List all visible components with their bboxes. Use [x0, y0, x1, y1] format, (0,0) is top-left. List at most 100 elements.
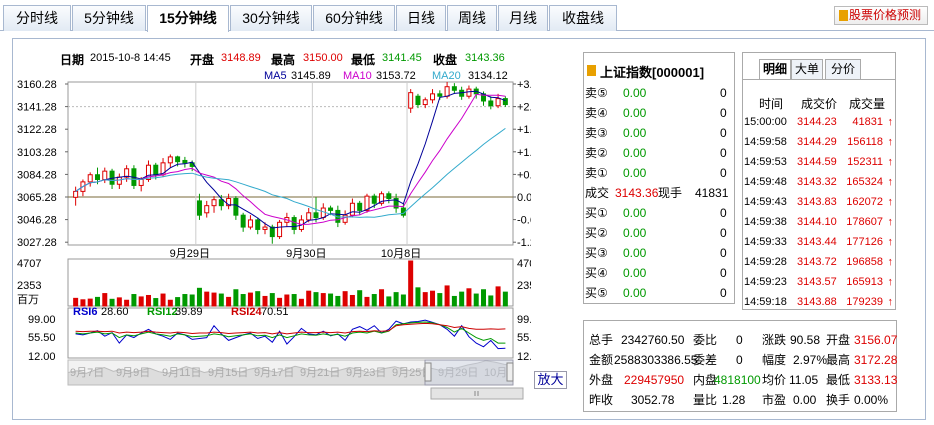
trade-price: 3143.57 [797, 276, 837, 288]
trade-volume: 179239 [846, 296, 883, 308]
trade-row: 14:59:38 3144.10 178607 ↑ [743, 213, 895, 232]
trade-volume: 165324 [846, 176, 883, 188]
volume-bar [255, 291, 261, 307]
candlestick-chart[interactable]: 3160.28 3141.28 3122.28 3103.28 3084.28 3065.… [13, 40, 531, 414]
pct-tick: +2.48% [517, 102, 531, 114]
candle-body [167, 156, 173, 164]
order-price: 0.00 [623, 166, 647, 180]
stat-value: 2588303386.55 [614, 353, 698, 367]
volume-bar [204, 291, 210, 307]
pct-tick: +3.10% [517, 79, 531, 91]
stat-value: 3156.07 [854, 333, 898, 347]
candle-body [342, 214, 348, 223]
volume-bar [211, 292, 217, 307]
volume-bar [102, 293, 108, 307]
volume-bar [189, 294, 195, 307]
stat-label: 幅度 [762, 353, 787, 367]
detail-header-price: 成交价 [801, 97, 838, 111]
candle-body [116, 176, 122, 185]
order-volume: 0 [720, 126, 727, 140]
trade-price: 3144.29 [797, 136, 837, 148]
candle-body [240, 214, 246, 228]
stat-value: 2.97% [793, 353, 828, 367]
navigator-date: 9月15日 [208, 367, 248, 379]
volume-bar [466, 288, 472, 307]
detail-tab-2[interactable]: 分价 [825, 59, 861, 79]
stats-row: 外盘 229457950 内盘 4818100 均价 11.05 最低 3133… [584, 371, 897, 390]
order-label: 卖③ [585, 126, 608, 140]
date-tick: 9月29日 [170, 248, 210, 260]
stat-label: 外盘 [589, 373, 614, 387]
ma5-line [75, 90, 506, 229]
stat-label: 委比 [693, 333, 718, 347]
order-volume: 0 [720, 226, 727, 240]
volume-bar [131, 294, 137, 307]
trade-arrow-icon: ↑ [887, 216, 894, 228]
tab-7[interactable]: 月线 [498, 5, 548, 31]
deal-row: 成交 3143.36 现手 41831 [584, 183, 734, 203]
rsi-legend: RSI6 [73, 306, 97, 318]
volume-bar [262, 295, 268, 307]
candle-body [204, 205, 210, 214]
tab-3[interactable]: 30分钟线 [230, 5, 312, 31]
trade-arrow-icon: ↑ [887, 176, 894, 188]
volume-bar [415, 287, 421, 307]
trade-time: 14:59:38 [744, 216, 787, 228]
stats-row: 昨收 3052.78 量比 1.28 市盈 0.00 换手 0.00% [584, 391, 896, 410]
order-price: 0.00 [623, 146, 647, 160]
candle-body [488, 100, 494, 107]
order-label: 买⑤ [585, 286, 608, 300]
trade-time: 14:59:33 [744, 236, 787, 248]
tab-5[interactable]: 日线 [396, 5, 446, 31]
volume-bar [298, 298, 304, 307]
order-label: 卖② [585, 146, 608, 160]
tab-4[interactable]: 60分钟线 [313, 5, 395, 31]
tab-1[interactable]: 5分钟线 [72, 5, 146, 31]
tab-8[interactable]: 收盘线 [549, 5, 617, 31]
candle-body [357, 202, 363, 211]
detail-tab-1[interactable]: 大单 [791, 59, 823, 79]
candle-body [349, 202, 355, 216]
volume-bar [502, 291, 508, 307]
order-price: 0.00 [623, 266, 647, 280]
stat-label: 量比 [693, 393, 718, 407]
date-tick: 10月8日 [381, 248, 421, 260]
price-tick: 3084.28 [17, 169, 57, 181]
tab-0[interactable]: 分时线 [3, 5, 71, 31]
volume-bar [371, 294, 377, 307]
pct-tick: 0.00% [517, 192, 531, 204]
trade-time: 14:59:58 [744, 136, 787, 148]
tab-6[interactable]: 周线 [447, 5, 497, 31]
order-label: 买① [585, 206, 608, 220]
detail-tab-0[interactable]: 明细 [759, 59, 791, 79]
trade-detail-panel: 明细 大单 分价 时间 成交价 成交量 15:00:00 3144.23 41831 ↑ 1… [742, 52, 896, 310]
sell-row: 卖② 0.00 0 [584, 143, 734, 163]
volume-bar [430, 290, 436, 307]
stat-value: 11.05 [789, 373, 819, 387]
tab-2[interactable]: 15分钟线 [147, 5, 229, 32]
stock-predict-button[interactable]: 股票价格预测 [834, 6, 928, 25]
order-label: 卖① [585, 166, 608, 180]
candle-body [415, 95, 421, 106]
stat-label: 总手 [589, 333, 614, 347]
price-tick: 3027.28 [17, 237, 57, 249]
order-volume: 0 [720, 266, 727, 280]
trade-row: 14:59:18 3143.88 179239 ↑ [743, 293, 895, 312]
candle-body [175, 156, 181, 163]
zoom-button[interactable]: 放大 [534, 371, 567, 389]
candle-body [218, 199, 224, 207]
candle-body [262, 226, 268, 230]
trade-price: 3144.59 [797, 156, 837, 168]
order-volume: 0 [720, 106, 727, 120]
trade-row: 14:59:48 3143.32 165324 ↑ [743, 173, 895, 192]
trade-arrow-icon: ↑ [887, 156, 894, 168]
volume-bar [379, 289, 385, 307]
order-label: 买③ [585, 246, 608, 260]
stat-value: 0 [736, 333, 743, 347]
order-volume: 0 [720, 86, 727, 100]
volume-bar [94, 296, 100, 307]
candle-body [386, 193, 392, 200]
volume-bar [386, 296, 392, 307]
trade-volume: 156118 [847, 136, 883, 148]
candle-body [211, 199, 217, 207]
